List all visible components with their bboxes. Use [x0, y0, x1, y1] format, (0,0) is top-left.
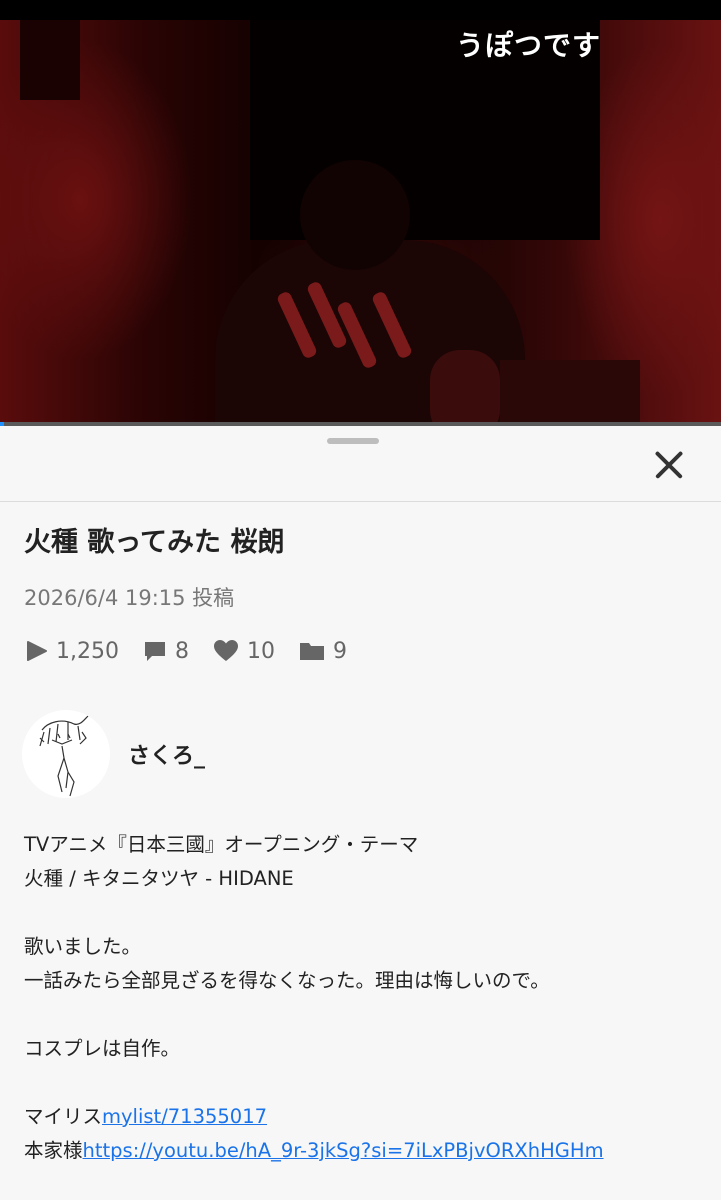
avatar[interactable]: [22, 710, 110, 798]
description-line: コスプレは自作。: [24, 1037, 181, 1060]
origin-label: 本家様: [24, 1139, 83, 1162]
posted-date: 2026/6/4 19:15 投稿: [24, 586, 235, 610]
author-name[interactable]: さくろ_: [128, 738, 205, 770]
description-line: TVアニメ『日本三國』オープニング・テーマ: [24, 833, 419, 856]
description-line: 火種 / キタニタツヤ - HIDANE: [24, 867, 294, 890]
video-comment-caption: うぽつです: [455, 29, 601, 62]
view-count-value: 1,250: [56, 638, 119, 664]
description-line: 一話みたら全部見ざるを得なくなった。理由は悔しいので。: [24, 969, 550, 992]
origin-line: 本家様https://youtu.be/hA_9r-3jkSg?si=7iLxP…: [24, 1134, 704, 1168]
play-icon: [27, 641, 47, 661]
video-frame: [0, 20, 721, 426]
drag-handle[interactable]: [327, 438, 379, 444]
mylist-link[interactable]: mylist/71355017: [102, 1105, 267, 1128]
avatar-sketch-icon: [39, 715, 89, 797]
origin-video-link[interactable]: https://youtu.be/hA_9r-3jkSg?si=7iLxPBjv…: [83, 1139, 604, 1162]
comment-count: 8: [143, 639, 189, 664]
mylist-count: 9: [299, 639, 347, 664]
folder-icon: [299, 643, 324, 660]
heart-icon: [213, 640, 238, 661]
video-title: 火種 歌ってみた 桜朗: [24, 527, 285, 558]
close-icon[interactable]: [648, 444, 690, 486]
comment-icon: [144, 642, 165, 661]
mylist-label: マイリス: [24, 1105, 103, 1128]
like-count: 10: [213, 639, 275, 664]
like-count-value: 10: [246, 638, 275, 664]
view-count: 1,250: [24, 639, 119, 664]
sheet-header: [0, 426, 721, 502]
mylist-count-value: 9: [332, 638, 347, 664]
video-top-bar: [0, 0, 721, 20]
description-line: 歌いました。: [24, 935, 142, 958]
stats-row: 1,250 8 10 9: [24, 636, 371, 666]
comment-count-value: 8: [174, 638, 189, 664]
video-description: TVアニメ『日本三國』オープニング・テーマ 火種 / キタニタツヤ - HIDA…: [24, 828, 704, 1168]
mylist-line: マイリスmylist/71355017: [24, 1100, 704, 1134]
author-row[interactable]: さくろ_: [22, 710, 205, 798]
video-player[interactable]: うぽつです: [0, 0, 721, 426]
